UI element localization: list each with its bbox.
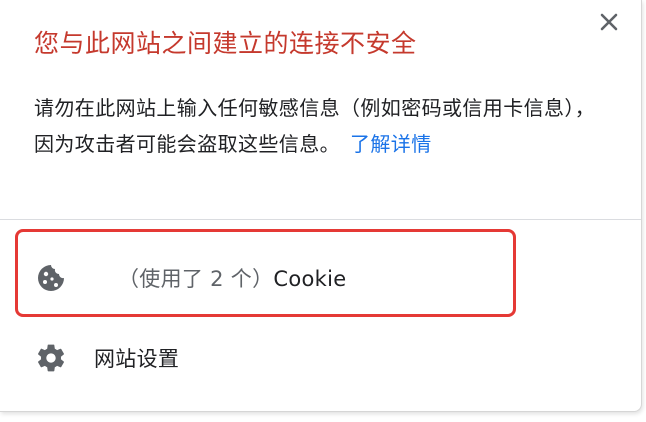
cookies-label: （使用了 2 个）Cookie bbox=[118, 263, 347, 293]
cookies-count: （使用了 2 个） bbox=[118, 267, 274, 291]
close-icon bbox=[600, 13, 618, 31]
cookie-icon bbox=[34, 261, 68, 295]
learn-more-link[interactable]: 了解详情 bbox=[350, 132, 432, 156]
connection-warning-description: 请勿在此网站上输入任何敏感信息（例如密码或信用卡信息），因为攻击者可能会盗取这些… bbox=[34, 90, 604, 162]
description-text: 请勿在此网站上输入任何敏感信息（例如密码或信用卡信息），因为攻击者可能会盗取这些… bbox=[34, 96, 596, 156]
gear-icon bbox=[34, 341, 68, 375]
section-divider bbox=[0, 219, 641, 220]
site-settings-label: 网站设置 bbox=[94, 347, 180, 371]
connection-warning-title: 您与此网站之间建立的连接不安全 bbox=[34, 29, 417, 58]
cookies-item[interactable]: （使用了 2 个）Cookie bbox=[34, 256, 347, 300]
close-button[interactable] bbox=[593, 6, 625, 38]
site-settings-item[interactable]: 网站设置 bbox=[34, 336, 179, 380]
cookies-text: Cookie bbox=[273, 267, 347, 291]
site-info-popup: 您与此网站之间建立的连接不安全 请勿在此网站上输入任何敏感信息（例如密码或信用卡… bbox=[0, 0, 642, 412]
